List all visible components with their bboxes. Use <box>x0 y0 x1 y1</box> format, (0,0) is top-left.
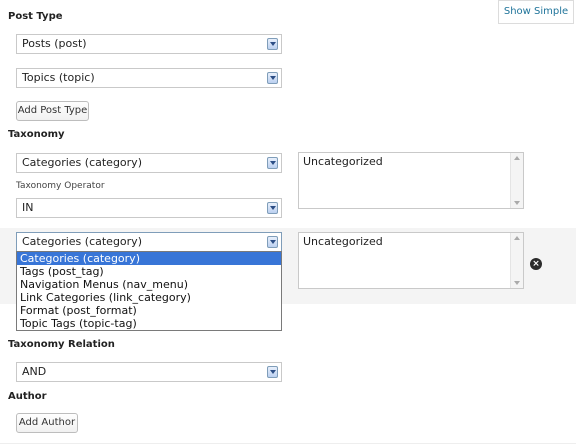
scroll-up-icon[interactable] <box>514 156 520 160</box>
dropdown-option[interactable]: Link Categories (link_category) <box>17 291 281 304</box>
post-type-select-2-value: Topics (topic) <box>22 71 95 84</box>
show-simple-button[interactable]: Show Simple <box>498 0 574 24</box>
chevron-down-icon <box>267 38 278 50</box>
dropdown-option[interactable]: Navigation Menus (nav_menu) <box>17 278 281 291</box>
taxonomy-relation-value: AND <box>22 365 47 378</box>
close-circle-icon[interactable]: × <box>530 258 542 270</box>
taxonomy-relation-label: Taxonomy Relation <box>8 339 115 350</box>
taxonomy-dropdown-list: Categories (category) Tags (post_tag) Na… <box>16 251 282 331</box>
taxonomy-relation-select[interactable]: AND <box>16 362 282 382</box>
taxonomy-terms-value-2: Uncategorized <box>303 235 383 248</box>
taxonomy-operator-label: Taxonomy Operator <box>16 181 105 191</box>
chevron-down-icon <box>267 202 278 214</box>
bottom-divider <box>0 443 576 444</box>
post-type-label: Post Type <box>8 11 63 22</box>
add-post-type-button[interactable]: Add Post Type <box>16 101 89 121</box>
dropdown-option[interactable]: Format (post_format) <box>17 304 281 317</box>
taxonomy-select-1-value: Categories (category) <box>22 156 142 169</box>
taxonomy-operator-value: IN <box>22 201 34 214</box>
taxonomy-select-1[interactable]: Categories (category) <box>16 153 282 173</box>
taxonomy-terms-textarea-1[interactable]: Uncategorized <box>298 152 524 209</box>
taxonomy-terms-value-1: Uncategorized <box>303 155 383 168</box>
taxonomy-terms-textarea-2[interactable]: Uncategorized <box>298 232 524 289</box>
chevron-down-icon <box>267 157 278 169</box>
textarea-scrollbar[interactable] <box>510 233 523 288</box>
taxonomy-select-2[interactable]: Categories (category) <box>16 232 282 252</box>
textarea-scrollbar[interactable] <box>510 153 523 208</box>
dropdown-option[interactable]: Topic Tags (topic-tag) <box>17 317 281 330</box>
taxonomy-label: Taxonomy <box>8 129 65 140</box>
dropdown-option[interactable]: Categories (category) <box>17 252 281 265</box>
taxonomy-operator-select[interactable]: IN <box>16 198 282 218</box>
chevron-down-icon <box>267 72 278 84</box>
post-type-select-1[interactable]: Posts (post) <box>16 34 282 54</box>
scroll-down-icon[interactable] <box>514 201 520 205</box>
post-type-select-1-value: Posts (post) <box>22 37 87 50</box>
dropdown-option[interactable]: Tags (post_tag) <box>17 265 281 278</box>
add-author-button[interactable]: Add Author <box>16 413 78 433</box>
chevron-down-icon <box>267 366 278 378</box>
chevron-down-icon <box>267 236 278 248</box>
author-label: Author <box>8 391 47 402</box>
scroll-up-icon[interactable] <box>514 236 520 240</box>
taxonomy-select-2-value: Categories (category) <box>22 235 142 248</box>
post-type-select-2[interactable]: Topics (topic) <box>16 68 282 88</box>
scroll-down-icon[interactable] <box>514 281 520 285</box>
